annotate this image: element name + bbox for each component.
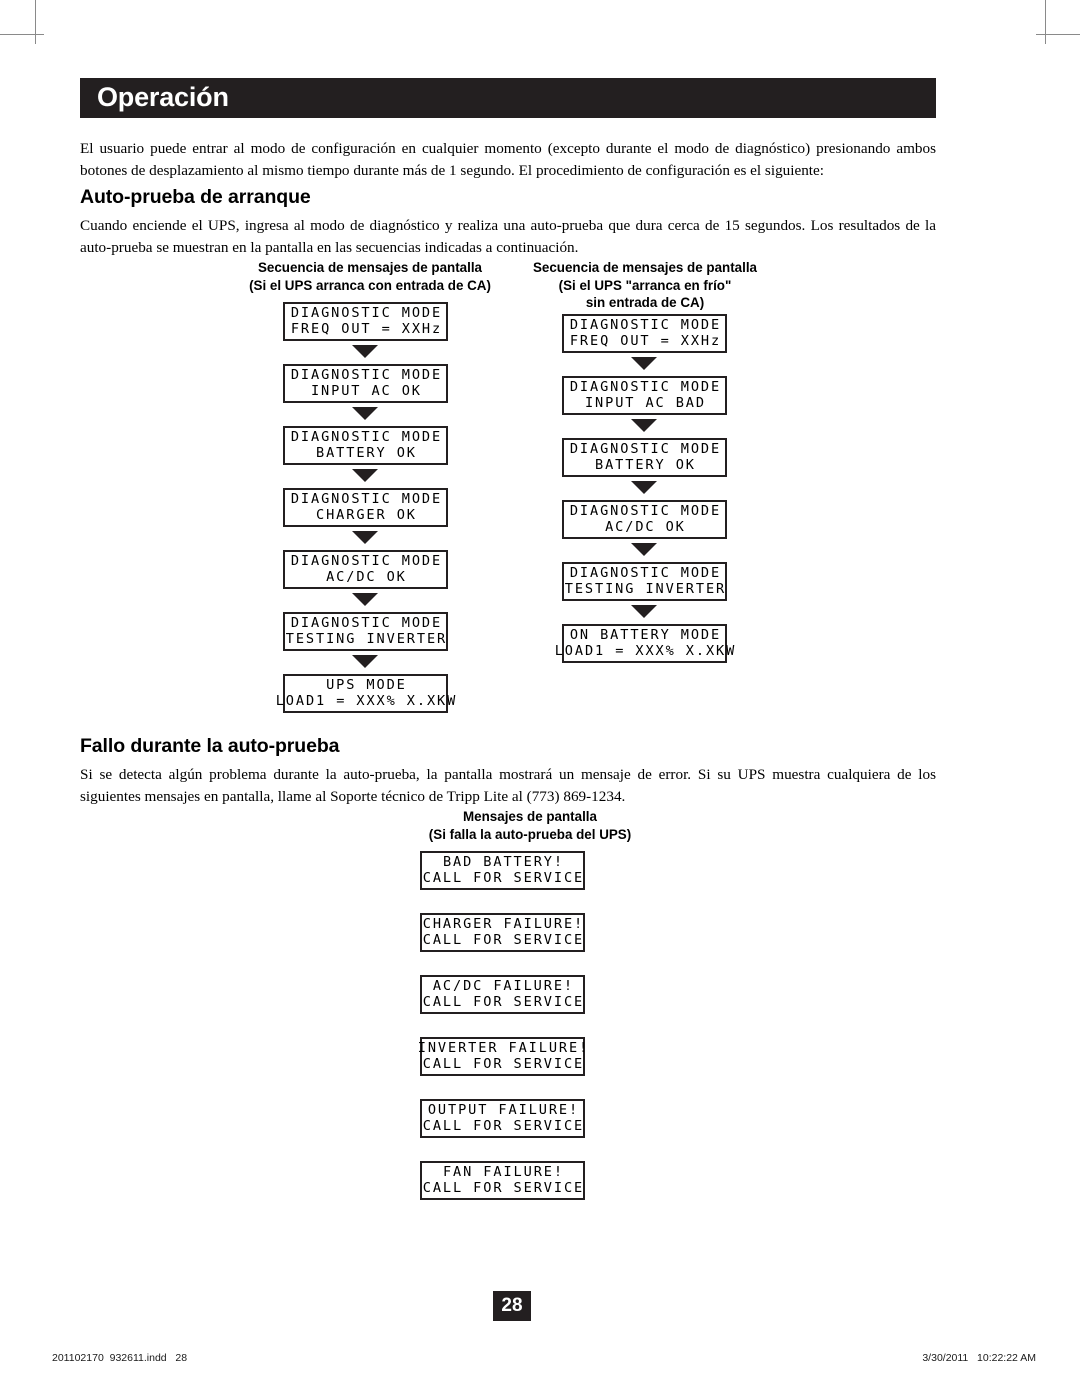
flow-left-arrow-5 (352, 593, 378, 606)
flow-right-arrow-4 (631, 543, 657, 556)
error-messages-heading-line1: Mensajes de pantalla (463, 809, 597, 824)
lcd-line-1: DIAGNOSTIC MODE (290, 304, 443, 321)
flow-right-heading-line2: (Si el UPS "arranca en frío" (558, 277, 732, 293)
lcd-line-2: CALL FOR SERVICE (422, 1056, 585, 1072)
lcd-line-1: DIAGNOSTIC MODE (290, 428, 443, 445)
section-paragraph-failure: Si se detecta algún problema durante la … (80, 766, 936, 805)
lcd-line-1: ON BATTERY MODE (569, 626, 722, 643)
page-title: Operación (97, 81, 229, 112)
lcd-line-2: INPUT AC OK (310, 383, 422, 399)
crop-mark-top-left-vertical (35, 0, 36, 44)
lcd-line-1: DIAGNOSTIC MODE (290, 490, 443, 507)
error-messages-heading-line2: (Si falla la auto-prueba del UPS) (428, 826, 632, 842)
lcd-line-2: TESTING INVERTER (285, 631, 448, 647)
flow-left-box-1: DIAGNOSTIC MODE FREQ OUT = XXHz (283, 302, 448, 341)
intro-paragraph: El usuario puede entrar al modo de confi… (80, 140, 936, 179)
crop-mark-top-left-horizontal (0, 34, 44, 35)
error-message-box-6: FAN FAILURE! CALL FOR SERVICE (420, 1161, 585, 1200)
flow-right-box-3: DIAGNOSTIC MODE BATTERY OK (562, 438, 727, 477)
flow-right-arrow-5 (631, 605, 657, 618)
lcd-line-2: CALL FOR SERVICE (422, 994, 585, 1010)
lcd-line-2: CALL FOR SERVICE (422, 1180, 585, 1196)
error-message-box-3: AC/DC FAILURE! CALL FOR SERVICE (420, 975, 585, 1014)
flow-right-heading-line3: sin entrada de CA) (585, 295, 705, 310)
flow-left-box-6: DIAGNOSTIC MODE TESTING INVERTER (283, 612, 448, 651)
error-message-box-5: OUTPUT FAILURE! CALL FOR SERVICE (420, 1099, 585, 1138)
lcd-line-1: AC/DC FAILURE! (432, 977, 575, 994)
lcd-line-1: FAN FAILURE! (442, 1163, 564, 1180)
lcd-line-2: CALL FOR SERVICE (422, 870, 585, 886)
lcd-line-2: LOAD1 = XXX% X.XKW (275, 693, 458, 709)
lcd-line-2: CALL FOR SERVICE (422, 932, 585, 948)
flow-left-arrow-4 (352, 531, 378, 544)
lcd-line-2: AC/DC OK (605, 519, 686, 535)
lcd-line-1: DIAGNOSTIC MODE (569, 316, 722, 333)
flow-left-arrow-1 (352, 345, 378, 358)
lcd-line-1: CHARGER FAILURE! (422, 915, 585, 932)
flow-left-box-7: UPS MODE LOAD1 = XXX% X.XKW (276, 674, 455, 713)
crop-mark-top-right-vertical (1045, 0, 1046, 44)
lcd-line-1: DIAGNOSTIC MODE (290, 552, 443, 569)
flow-left-heading-line2: (Si el UPS arranca con entrada de CA) (249, 277, 491, 293)
lcd-line-2: LOAD1 = XXX% X.XKW (554, 643, 737, 659)
lcd-line-2: TESTING INVERTER (564, 581, 727, 597)
flow-right-box-4: DIAGNOSTIC MODE AC/DC OK (562, 500, 727, 539)
section-paragraph-selftest: Cuando enciende el UPS, ingresa al modo … (80, 217, 936, 256)
lcd-line-2: INPUT AC BAD (584, 395, 706, 411)
lcd-line-1: DIAGNOSTIC MODE (569, 440, 722, 457)
flow-right-arrow-1 (631, 357, 657, 370)
lcd-line-1: DIAGNOSTIC MODE (290, 366, 443, 383)
section-heading-failure: Fallo durante la auto-prueba (80, 735, 340, 757)
flow-right-heading-line1: Secuencia de mensajes de pantalla (532, 260, 758, 275)
lcd-line-1: UPS MODE (326, 676, 407, 693)
lcd-line-2: FREQ OUT = XXHz (569, 333, 722, 349)
flow-right-box-6: ON BATTERY MODE LOAD1 = XXX% X.XKW (555, 624, 734, 663)
flow-right-heading: Secuencia de mensajes de pantalla (Si el… (505, 259, 785, 312)
lcd-line-1: INVERTER FAILURE! (417, 1039, 590, 1056)
footer-left-text: 201102170 932611.indd 28 (52, 1352, 188, 1364)
flow-right-box-2: DIAGNOSTIC MODE INPUT AC BAD (562, 376, 727, 415)
flow-left-heading-line1: Secuencia de mensajes de pantalla (257, 260, 483, 275)
error-message-box-1: BAD BATTERY! CALL FOR SERVICE (420, 851, 585, 890)
lcd-line-1: DIAGNOSTIC MODE (569, 378, 722, 395)
lcd-line-2: BATTERY OK (595, 457, 696, 473)
flow-right-box-1: DIAGNOSTIC MODE FREQ OUT = XXHz (562, 314, 727, 353)
lcd-line-1: DIAGNOSTIC MODE (569, 502, 722, 519)
lcd-line-1: DIAGNOSTIC MODE (569, 564, 722, 581)
lcd-line-1: BAD BATTERY! (442, 853, 564, 870)
lcd-line-2: CALL FOR SERVICE (422, 1118, 585, 1134)
flow-right-arrow-3 (631, 481, 657, 494)
error-message-box-4: INVERTER FAILURE! CALL FOR SERVICE (418, 1037, 587, 1076)
footer-right-text: 3/30/2011 10:22:22 AM (922, 1352, 1036, 1364)
flow-left-arrow-2 (352, 407, 378, 420)
lcd-line-1: DIAGNOSTIC MODE (290, 614, 443, 631)
error-messages-heading: Mensajes de pantalla (Si falla la auto-p… (380, 808, 680, 843)
flow-left-box-4: DIAGNOSTIC MODE CHARGER OK (283, 488, 448, 527)
section-heading-selftest: Auto-prueba de arranque (80, 186, 311, 208)
lcd-line-2: CHARGER OK (316, 507, 417, 523)
crop-mark-top-right-horizontal (1036, 34, 1080, 35)
flow-right-box-5: DIAGNOSTIC MODE TESTING INVERTER (562, 562, 727, 601)
flow-left-box-5: DIAGNOSTIC MODE AC/DC OK (283, 550, 448, 589)
lcd-line-1: OUTPUT FAILURE! (427, 1101, 580, 1118)
document-page: Operación El usuario puede entrar al mod… (0, 0, 1080, 1377)
lcd-line-2: FREQ OUT = XXHz (290, 321, 443, 337)
lcd-line-2: BATTERY OK (316, 445, 417, 461)
flow-left-box-3: DIAGNOSTIC MODE BATTERY OK (283, 426, 448, 465)
flow-left-box-2: DIAGNOSTIC MODE INPUT AC OK (283, 364, 448, 403)
flow-left-arrow-3 (352, 469, 378, 482)
flow-left-heading: Secuencia de mensajes de pantalla (Si el… (225, 259, 515, 294)
page-header-bar: Operación (80, 78, 936, 118)
page-number-badge: 28 (493, 1291, 531, 1321)
flow-right-arrow-2 (631, 419, 657, 432)
lcd-line-2: AC/DC OK (326, 569, 407, 585)
flow-left-arrow-6 (352, 655, 378, 668)
error-message-box-2: CHARGER FAILURE! CALL FOR SERVICE (420, 913, 585, 952)
